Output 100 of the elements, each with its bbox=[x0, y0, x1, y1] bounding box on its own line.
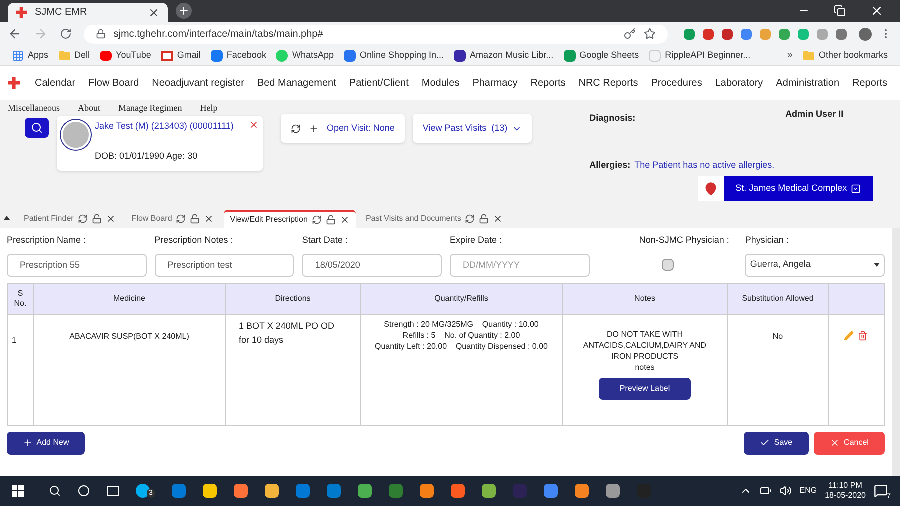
bookmark-link[interactable]: Google Sheets bbox=[580, 48, 640, 62]
chat-app-icon[interactable] bbox=[136, 484, 150, 498]
extension-icon[interactable] bbox=[684, 28, 695, 40]
close-icon[interactable] bbox=[148, 6, 160, 18]
apps-grid-icon[interactable] bbox=[12, 50, 24, 62]
bookmark-link[interactable]: WhatsApp bbox=[292, 48, 334, 62]
taskbar-app-icon[interactable] bbox=[264, 484, 279, 498]
nav-menu-item[interactable]: Flow Board bbox=[88, 76, 140, 90]
refresh-icon[interactable] bbox=[78, 214, 88, 224]
extension-icon[interactable] bbox=[722, 28, 733, 40]
add-new-button[interactable]: Add New bbox=[7, 432, 85, 454]
language-indicator[interactable]: ENG bbox=[800, 485, 818, 497]
circle-icon[interactable] bbox=[78, 485, 90, 497]
save-button[interactable]: Save bbox=[744, 432, 809, 454]
task-view-icon[interactable] bbox=[107, 486, 119, 496]
page-tab[interactable]: Flow Board bbox=[126, 210, 220, 228]
nav-menu-item[interactable]: Neoadjuvant register bbox=[152, 76, 244, 90]
page-tab[interactable]: Past Visits and Documents bbox=[360, 210, 510, 228]
close-icon[interactable] bbox=[204, 214, 214, 224]
key-icon[interactable] bbox=[624, 28, 636, 40]
text-input-field[interactable]: Prescription test bbox=[154, 254, 294, 276]
new-tab-button[interactable] bbox=[176, 3, 192, 19]
nav-menu-item[interactable]: NRC Reports bbox=[578, 76, 638, 90]
submenu-item[interactable]: Help bbox=[200, 102, 218, 115]
nav-menu-item[interactable]: Calendar bbox=[35, 76, 76, 90]
nav-menu-item[interactable]: Reports bbox=[852, 76, 888, 90]
text-input-field[interactable]: 18/05/2020 bbox=[302, 254, 442, 276]
close-icon[interactable] bbox=[493, 214, 504, 224]
page-tab[interactable]: View/Edit Prescription bbox=[224, 210, 356, 228]
clock-date[interactable]: 18-05-2020 bbox=[825, 491, 866, 501]
taskbar-app-icon[interactable] bbox=[234, 484, 248, 498]
bookmark-link[interactable]: Other bookmarks bbox=[818, 48, 888, 62]
facility-button[interactable]: St. James Medical Complex bbox=[724, 176, 874, 201]
search-button[interactable] bbox=[25, 118, 49, 138]
unlock-icon[interactable] bbox=[92, 214, 102, 224]
text-input-field[interactable]: Prescription 55 bbox=[7, 254, 147, 276]
past-visits-dropdown[interactable]: View Past Visits (13) bbox=[412, 114, 532, 143]
windows-logo-icon[interactable] bbox=[12, 485, 24, 497]
taskbar-app-icon[interactable] bbox=[482, 484, 496, 498]
nav-menu-item[interactable]: Laboratory bbox=[715, 76, 764, 90]
bookmark-link[interactable]: Dell bbox=[74, 48, 90, 62]
more-bookmarks[interactable]: » bbox=[787, 48, 793, 63]
extension-icon[interactable] bbox=[779, 28, 790, 40]
notification-icon[interactable] bbox=[874, 484, 888, 498]
unlock-icon[interactable] bbox=[479, 214, 490, 224]
nav-menu-item[interactable]: Procedures bbox=[651, 76, 702, 90]
collapse-caret-icon[interactable] bbox=[4, 216, 10, 220]
cancel-button[interactable]: Cancel bbox=[814, 432, 885, 454]
taskbar-app-icon[interactable] bbox=[544, 484, 558, 498]
taskbar-app-icon[interactable] bbox=[420, 484, 434, 498]
nav-menu-item[interactable]: Reports bbox=[530, 76, 566, 90]
submenu-item[interactable]: Manage Regimen bbox=[118, 102, 182, 115]
submenu-item[interactable]: Miscellaneous bbox=[8, 102, 60, 115]
nav-menu-item[interactable]: Administration bbox=[776, 76, 840, 90]
close-icon[interactable] bbox=[340, 215, 350, 225]
refresh-icon[interactable] bbox=[176, 214, 186, 224]
bookmark-link[interactable]: Amazon Music Libr... bbox=[470, 48, 554, 62]
extension-icon[interactable] bbox=[741, 28, 752, 40]
extension-icon[interactable] bbox=[703, 28, 714, 40]
close-window-icon[interactable] bbox=[870, 4, 884, 18]
taskbar-app-icon[interactable] bbox=[450, 484, 465, 498]
nav-menu-item[interactable]: Patient/Client bbox=[349, 76, 409, 90]
page-tab[interactable]: Patient Finder bbox=[18, 210, 122, 228]
bookmark-link[interactable]: Online Shopping In... bbox=[360, 48, 444, 62]
trash-icon[interactable] bbox=[858, 330, 868, 340]
preview-label-button[interactable]: Preview Label bbox=[599, 378, 691, 400]
nav-menu-item[interactable]: Bed Management bbox=[257, 76, 336, 90]
nav-menu-item[interactable]: Pharmacy bbox=[472, 76, 518, 90]
close-icon[interactable] bbox=[106, 214, 116, 224]
star-icon[interactable] bbox=[644, 28, 656, 40]
profile-avatar[interactable] bbox=[859, 28, 872, 40]
unlock-icon[interactable] bbox=[190, 214, 200, 224]
taskbar-app-icon[interactable] bbox=[358, 484, 372, 498]
restore-icon[interactable] bbox=[834, 5, 846, 17]
taskbar-app-icon[interactable] bbox=[574, 484, 589, 498]
refresh-icon[interactable] bbox=[312, 215, 322, 225]
refresh-icon[interactable] bbox=[465, 214, 476, 224]
clock-time[interactable]: 11:10 PM bbox=[828, 481, 862, 491]
taskbar-app-icon[interactable] bbox=[202, 484, 217, 498]
patient-name-link[interactable]: Jake Test (M) (213403) (00001111) bbox=[95, 120, 234, 134]
bookmark-link[interactable]: Facebook bbox=[226, 48, 266, 62]
text-input-field[interactable]: DD/MM/YYYY bbox=[450, 254, 590, 276]
bookmark-link[interactable]: RippleAPI Beginner... bbox=[665, 48, 751, 62]
bookmark-link[interactable]: YouTube bbox=[116, 48, 152, 62]
bookmark-link[interactable]: Apps bbox=[28, 48, 49, 62]
search-icon[interactable] bbox=[49, 485, 61, 497]
submenu-item[interactable]: About bbox=[78, 102, 100, 115]
physician-select[interactable]: Guerra, Angela bbox=[745, 254, 886, 276]
taskbar-app-icon[interactable] bbox=[606, 484, 620, 498]
reload-icon[interactable] bbox=[60, 28, 72, 40]
nav-menu-item[interactable]: Modules bbox=[422, 76, 460, 90]
battery-icon[interactable] bbox=[760, 485, 772, 497]
open-visit-button[interactable]: Open Visit: None bbox=[281, 114, 405, 143]
extension-icon[interactable] bbox=[836, 28, 847, 40]
unlock-icon[interactable] bbox=[326, 215, 336, 225]
bookmark-link[interactable]: Gmail bbox=[177, 48, 201, 62]
speaker-icon[interactable] bbox=[780, 485, 792, 497]
checkbox[interactable] bbox=[662, 259, 674, 271]
address-bar[interactable]: sjmc.tghehr.com/interface/main/tabs/main.php# bbox=[84, 24, 668, 44]
back-icon[interactable] bbox=[8, 27, 22, 41]
